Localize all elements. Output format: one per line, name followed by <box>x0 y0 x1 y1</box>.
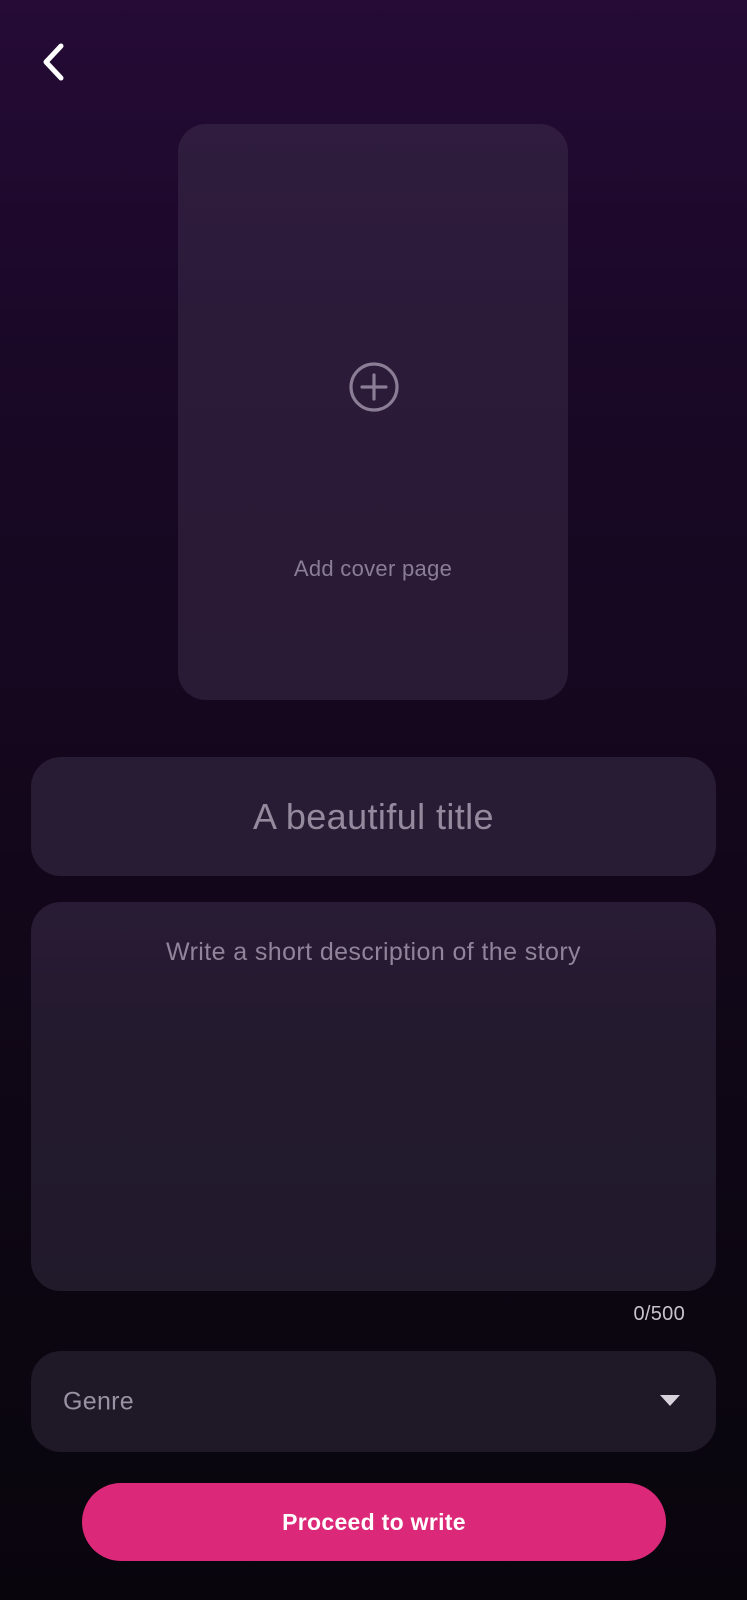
back-button[interactable] <box>34 40 74 84</box>
description-placeholder: Write a short description of the story <box>166 938 581 966</box>
description-char-count: 0/500 <box>633 1303 685 1325</box>
add-cover-page-button[interactable]: Add cover page <box>178 124 568 700</box>
story-description-input[interactable]: Write a short description of the story <box>31 902 716 1291</box>
story-title-input[interactable]: A beautiful title <box>31 757 716 876</box>
caret-down-icon <box>660 1395 680 1406</box>
genre-label: Genre <box>63 1387 134 1415</box>
genre-dropdown[interactable]: Genre <box>31 1351 716 1452</box>
plus-circle-icon <box>349 362 399 412</box>
chevron-left-icon <box>43 43 64 81</box>
add-cover-page-label: Add cover page <box>293 556 453 581</box>
proceed-button-label: Proceed to write <box>282 1508 466 1535</box>
proceed-to-write-button[interactable]: Proceed to write <box>82 1483 666 1561</box>
title-placeholder: A beautiful title <box>253 795 494 837</box>
